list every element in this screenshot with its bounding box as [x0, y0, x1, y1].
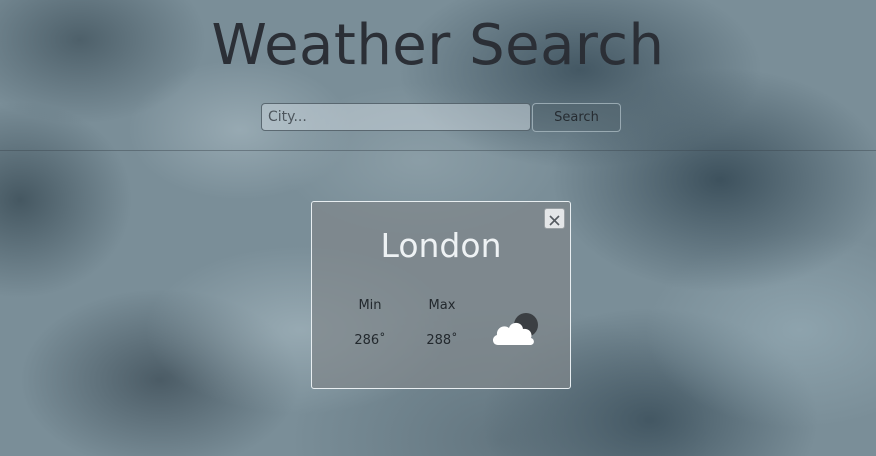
- weather-card: London Min Max 286˚ 288˚: [311, 201, 571, 389]
- min-temp-label: Min: [358, 298, 382, 313]
- city-name: London: [380, 226, 502, 265]
- close-icon: [549, 215, 560, 226]
- search-form: Search: [261, 103, 621, 133]
- page-title: Weather Search: [211, 13, 665, 78]
- search-button[interactable]: Search: [532, 103, 621, 132]
- max-temp-value: 288˚: [426, 333, 458, 348]
- city-search-input[interactable]: [261, 103, 531, 131]
- max-temp-label: Max: [428, 298, 456, 313]
- min-temp-value: 286˚: [354, 333, 386, 348]
- header: Weather Search Search: [0, 0, 876, 151]
- cloud-night-icon: [492, 313, 538, 345]
